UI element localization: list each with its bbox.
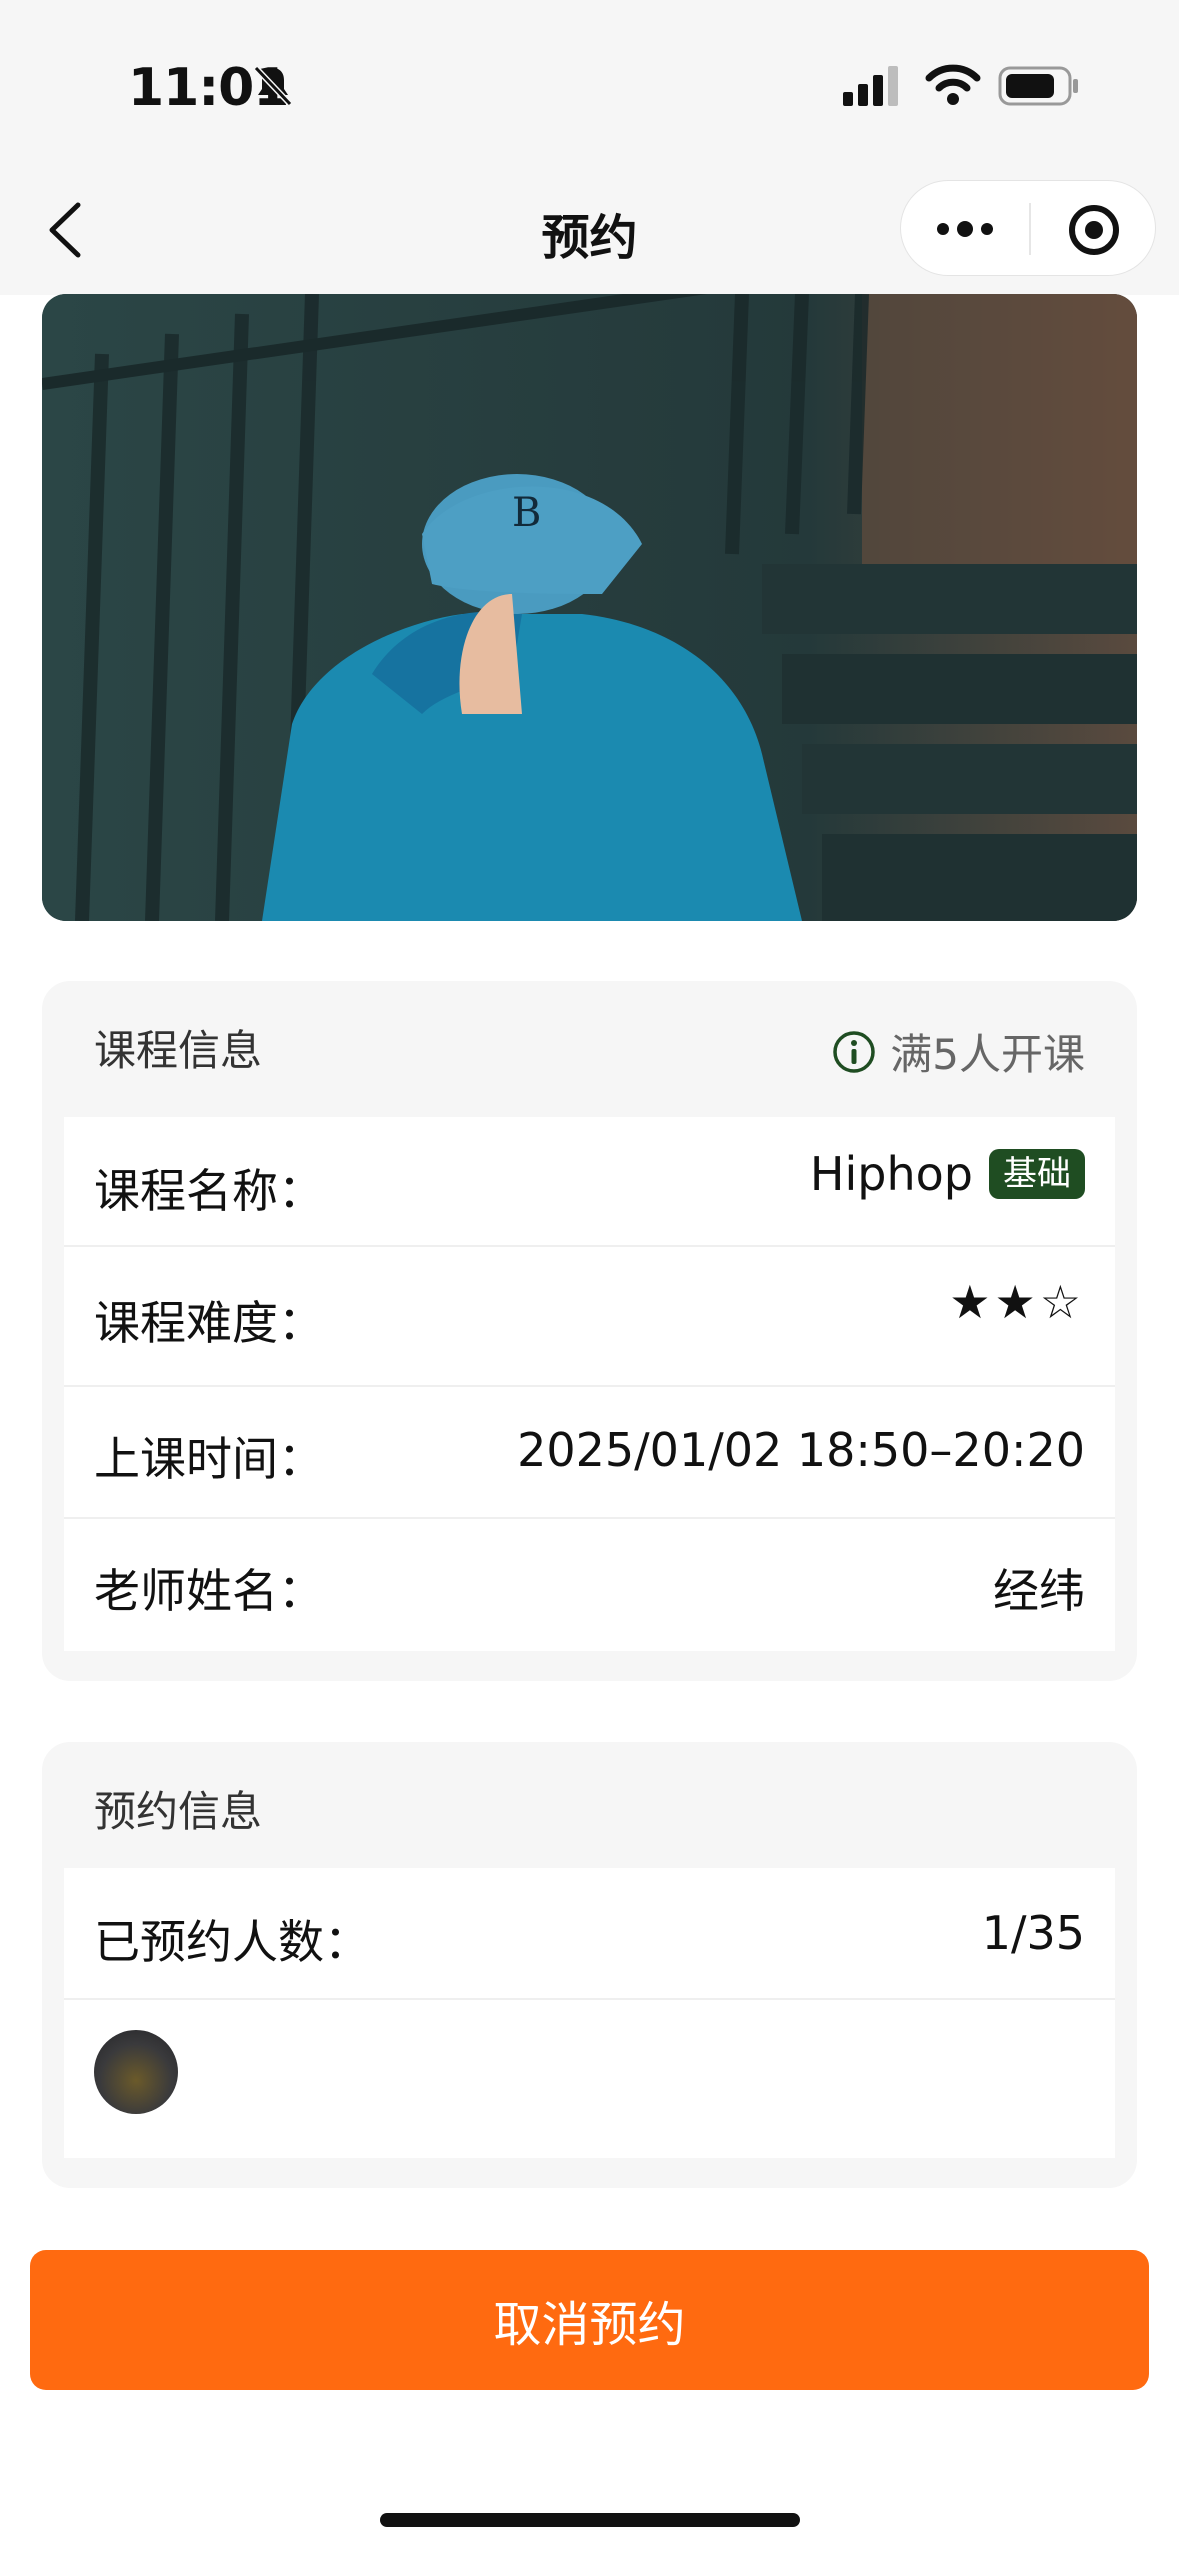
difficulty-stars: ★★☆ bbox=[949, 1275, 1085, 1329]
booking-info-header: 预约信息 bbox=[94, 1787, 263, 1836]
more-dots-icon[interactable] bbox=[935, 209, 995, 253]
mini-program-capsule bbox=[900, 180, 1156, 276]
course-difficulty-label: 课程难度： bbox=[94, 1296, 324, 1350]
course-name-value-wrap: Hiphop 基础 bbox=[810, 1147, 1085, 1201]
course-info-rows: 课程名称： Hiphop 基础 课程难度： ★★☆ 上课时间： 2025/01/… bbox=[64, 1117, 1115, 1651]
course-cover-image: B bbox=[42, 294, 1137, 921]
cancel-booking-button[interactable]: 取消预约 bbox=[30, 2250, 1149, 2390]
avatar[interactable] bbox=[94, 2030, 178, 2114]
class-time-value: 2025/01/02 18:50–20:20 bbox=[517, 1423, 1085, 1477]
course-name-row: 课程名称： Hiphop 基础 bbox=[64, 1117, 1115, 1247]
min-enrollment-text: 满5人开课 bbox=[890, 1030, 1085, 1079]
wifi-icon bbox=[925, 62, 981, 110]
close-target-icon[interactable] bbox=[1067, 203, 1121, 261]
svg-text:B: B bbox=[512, 490, 541, 536]
home-indicator bbox=[380, 2513, 800, 2527]
booked-count-label: 已预约人数： bbox=[94, 1915, 370, 1969]
battery-icon bbox=[998, 66, 1080, 110]
teacher-label: 老师姓名： bbox=[94, 1564, 324, 1618]
min-enrollment-note: 满5人开课 bbox=[832, 1021, 1085, 1082]
booked-count-value: 1/35 bbox=[981, 1906, 1085, 1960]
cellular-signal-icon bbox=[843, 66, 903, 110]
booked-count-row: 已预约人数： 1/35 bbox=[64, 1868, 1115, 2000]
course-difficulty-row: 课程难度： ★★☆ bbox=[64, 1245, 1115, 1387]
booking-info-card: 预约信息 已预约人数： 1/35 bbox=[42, 1742, 1137, 2188]
capsule-divider bbox=[1029, 203, 1031, 255]
attendee-avatars-row bbox=[64, 1998, 1115, 2158]
level-tag: 基础 bbox=[989, 1149, 1085, 1199]
course-name-value: Hiphop bbox=[809, 1147, 973, 1201]
course-info-card: 课程信息 满5人开课 课程名称： Hiphop 基础 课程难度： ★★☆ 上课时… bbox=[42, 981, 1137, 1681]
teacher-row: 老师姓名： 经纬 bbox=[64, 1517, 1115, 1651]
teacher-value: 经纬 bbox=[993, 1564, 1085, 1618]
course-name-label: 课程名称： bbox=[94, 1164, 324, 1218]
mute-bell-icon bbox=[250, 62, 296, 112]
class-time-label: 上课时间： bbox=[94, 1432, 324, 1486]
course-info-header: 课程信息 bbox=[94, 1026, 263, 1075]
info-icon bbox=[833, 1030, 876, 1073]
booking-info-rows: 已预约人数： 1/35 bbox=[64, 1868, 1115, 2158]
class-time-row: 上课时间： 2025/01/02 18:50–20:20 bbox=[64, 1385, 1115, 1519]
